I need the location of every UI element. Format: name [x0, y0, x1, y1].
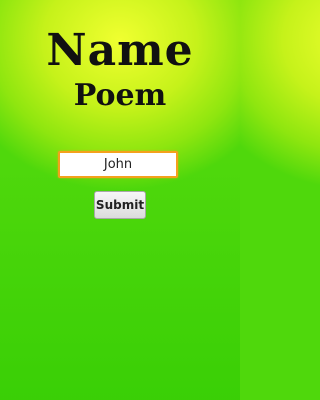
submit-button[interactable]: Submit	[94, 191, 146, 219]
title-name: Name	[46, 25, 194, 76]
app-title: Name Poem	[0, 26, 240, 114]
name-input[interactable]	[58, 151, 178, 178]
title-poem: Poem	[73, 78, 167, 113]
